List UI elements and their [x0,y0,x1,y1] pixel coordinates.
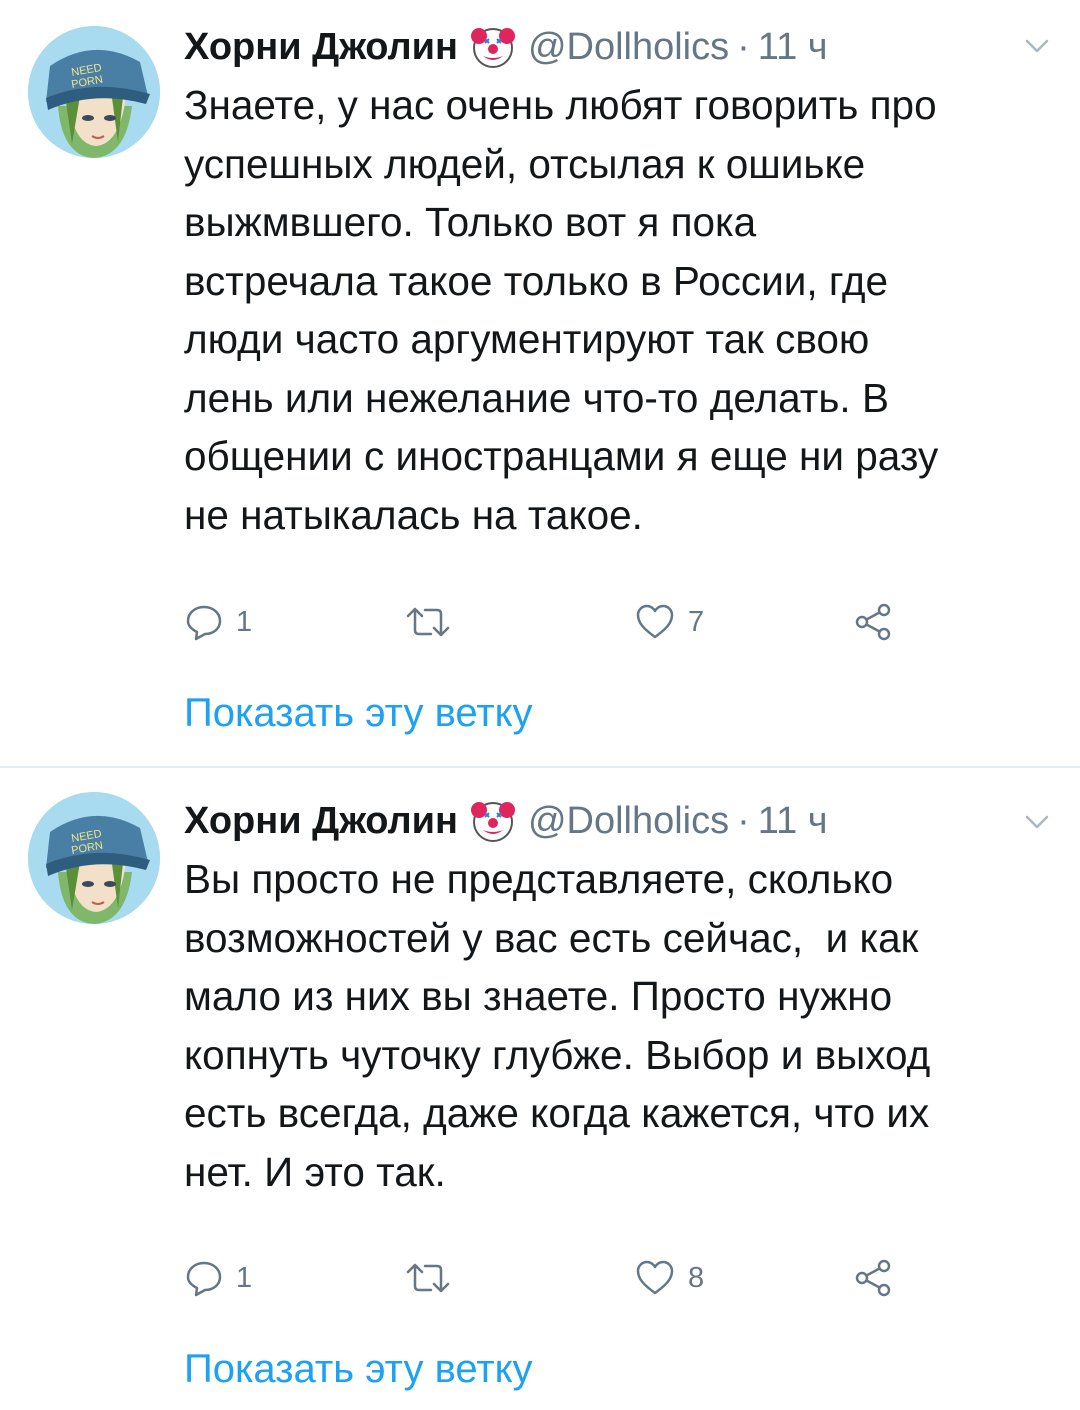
tweet-header: Хорни Джолин @Dollholics · 11 ч [184,796,828,846]
share-button[interactable] [854,1250,894,1306]
tweet-actions: 1 8 [184,1250,1004,1306]
tweet-header: Хорни Джолин @Dollholics · 11 ч [184,22,828,72]
reply-count: 1 [236,1261,253,1294]
heart-icon [634,1258,676,1298]
tweet-actions: 1 7 [184,594,1004,650]
share-button[interactable] [854,594,894,650]
clown-face-icon [470,24,516,70]
share-icon [854,1258,894,1298]
like-count: 7 [688,605,705,638]
like-count: 8 [688,1261,705,1294]
heart-icon [634,602,676,642]
reply-count: 1 [236,605,253,638]
author-handle[interactable]: @Dollholics [528,796,729,846]
timestamp[interactable]: 11 ч [758,796,828,846]
avatar-illustration: NEED PORN [28,792,160,924]
avatar[interactable]: NEED PORN [28,26,160,158]
timestamp[interactable]: 11 ч [758,22,828,72]
reply-button[interactable]: 1 [184,594,252,650]
like-button[interactable]: 7 [634,594,704,650]
retweet-button[interactable] [404,594,452,650]
chevron-down-icon[interactable] [1024,812,1050,832]
show-thread-link[interactable]: Показать эту ветку [184,1344,533,1394]
retweet-button[interactable] [404,1250,452,1306]
tweet-text: Вы просто не представляете, сколько возм… [184,856,931,1195]
author-name[interactable]: Хорни Джолин [184,796,458,846]
separator-dot: · [737,800,750,842]
like-button[interactable]: 8 [634,1250,704,1306]
retweet-icon [404,1258,452,1298]
separator-dot: · [737,26,750,68]
tweet[interactable]: NEED PORN Хорни Джолин @Dollholics · 11 … [0,0,1080,768]
avatar-illustration: NEED PORN [28,26,160,158]
clown-face-icon [470,798,516,844]
share-icon [854,602,894,642]
reply-icon [184,1258,224,1298]
show-thread-link[interactable]: Показать эту ветку [184,688,533,738]
tweet-text: Знаете, у нас очень любят говорить про у… [184,82,939,538]
reply-button[interactable]: 1 [184,1250,252,1306]
avatar[interactable]: NEED PORN [28,792,160,924]
retweet-icon [404,602,452,642]
author-name[interactable]: Хорни Джолин [184,22,458,72]
tweet[interactable]: NEED PORN Хорни Джолин @Dollholics · 11 … [0,768,1080,1410]
reply-icon [184,602,224,642]
chevron-down-icon[interactable] [1024,36,1050,56]
author-handle[interactable]: @Dollholics [528,22,729,72]
